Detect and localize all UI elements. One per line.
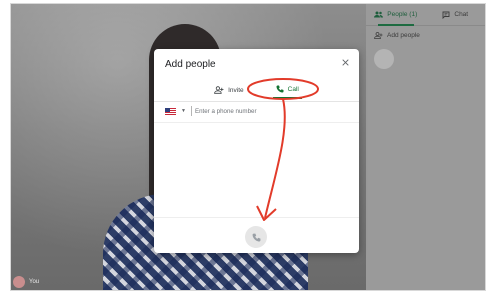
tab-call[interactable]: Call — [272, 81, 302, 99]
phone-row-divider — [154, 122, 359, 123]
phone-number-input[interactable] — [190, 106, 311, 116]
tab-people-label: People (1) — [387, 11, 418, 18]
country-flag-icon[interactable] — [165, 107, 176, 115]
close-button[interactable] — [342, 57, 349, 69]
tab-chat[interactable]: Chat — [426, 4, 486, 25]
close-icon — [342, 59, 349, 66]
self-tile: You — [13, 276, 39, 288]
chat-icon — [442, 11, 450, 19]
tabs-divider — [154, 101, 359, 102]
side-panel-tabs: People (1) Chat — [366, 4, 485, 26]
phone-icon — [252, 233, 260, 241]
add-people-button[interactable]: Add people — [366, 26, 485, 45]
dialog-tabs: Invite Call — [154, 81, 359, 101]
self-name: You — [29, 279, 40, 285]
self-avatar — [13, 276, 25, 288]
tab-people[interactable]: People (1) — [366, 4, 426, 26]
tab-chat-label: Chat — [454, 11, 469, 18]
call-button[interactable] — [245, 226, 267, 248]
dialog-title: Add people — [165, 59, 216, 70]
side-panel: People (1) Chat Add people — [366, 4, 485, 290]
tab-invite[interactable]: Invite — [211, 81, 247, 99]
tab-invite-label: Invite — [228, 86, 244, 94]
chevron-down-icon[interactable]: ▼ — [181, 108, 186, 114]
phone-icon — [276, 85, 284, 93]
add-people-dialog: Add people Invite Call ▼ — [154, 49, 359, 253]
person-add-icon — [214, 86, 224, 94]
add-people-label: Add people — [387, 32, 420, 39]
participant-list-item[interactable] — [366, 45, 485, 73]
person-add-icon — [374, 32, 383, 39]
phone-row: ▼ — [165, 106, 311, 116]
footer-divider — [154, 217, 359, 218]
people-icon — [374, 11, 384, 18]
participant-avatar — [374, 49, 394, 69]
tab-call-label: Call — [287, 85, 299, 93]
